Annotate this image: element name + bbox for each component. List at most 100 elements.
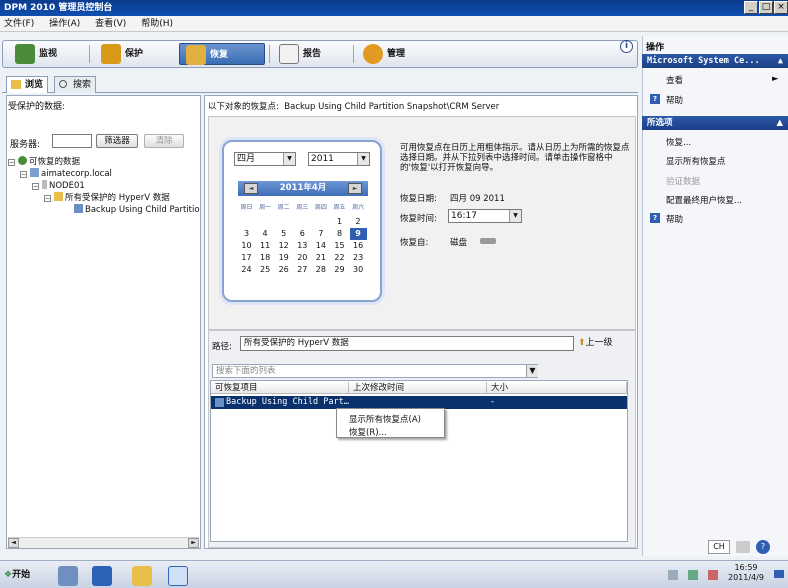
- show-desktop-icon[interactable]: [774, 570, 784, 578]
- search-options-icon[interactable]: ▼: [526, 365, 538, 377]
- menu-file[interactable]: 文件(F): [4, 19, 34, 29]
- dpm-console-icon[interactable]: [168, 566, 188, 586]
- calendar-day[interactable]: 22: [331, 252, 348, 264]
- network-icon[interactable]: [688, 570, 698, 580]
- calendar-day[interactable]: 2: [350, 216, 367, 228]
- year-select[interactable]: 2011 ▼: [308, 152, 370, 166]
- info-icon[interactable]: i: [620, 40, 633, 53]
- up-button[interactable]: ⬆上一级: [578, 337, 613, 351]
- calendar-day[interactable]: 14: [312, 240, 329, 252]
- actions-group-header[interactable]: Microsoft System Ce... ▲: [642, 54, 788, 68]
- minimize-button[interactable]: _: [744, 1, 758, 14]
- server-input[interactable]: [52, 134, 92, 148]
- calendar-day[interactable]: 28: [312, 264, 329, 276]
- action-show-all-points[interactable]: 显示所有恢复点: [666, 155, 726, 167]
- calendar-day[interactable]: 19: [275, 252, 292, 264]
- month-select[interactable]: 四月 ▼: [234, 152, 296, 166]
- scroll-left-icon[interactable]: ◄: [8, 538, 19, 548]
- clear-button[interactable]: 清除: [144, 134, 184, 148]
- scroll-right-icon[interactable]: ►: [188, 538, 199, 548]
- recovery-date-label: 恢复日期:: [400, 194, 437, 204]
- explorer-icon[interactable]: [132, 566, 152, 586]
- recover-from-value: 磁盘: [450, 238, 468, 248]
- calendar-day[interactable]: 27: [294, 264, 311, 276]
- menu-view[interactable]: 查看(V): [95, 19, 126, 29]
- column-header-modified[interactable]: 上次修改时间: [349, 382, 487, 394]
- keyboard-icon[interactable]: [736, 541, 750, 553]
- help-icon[interactable]: ?: [756, 540, 770, 554]
- calendar-day[interactable]: 3: [238, 228, 255, 240]
- action-help-2[interactable]: 帮助: [666, 213, 683, 225]
- tree-node-domain[interactable]: − aimatecorp.local: [20, 168, 112, 180]
- action-help[interactable]: 帮助: [666, 94, 683, 106]
- tab-browse[interactable]: 浏览: [6, 76, 49, 93]
- search-list-input[interactable]: 搜索下面的列表: [212, 364, 538, 378]
- tree-node-hyperv[interactable]: − 所有受保护的 HyperV 数据: [44, 192, 170, 204]
- calendar-day[interactable]: 13: [294, 240, 311, 252]
- calendar-day[interactable]: 6: [294, 228, 311, 240]
- calendar-day[interactable]: 12: [275, 240, 292, 252]
- volume-icon[interactable]: [708, 570, 718, 580]
- calendar-day[interactable]: 15: [331, 240, 348, 252]
- tree-node-server[interactable]: − NODE01: [32, 180, 85, 192]
- prev-month-icon[interactable]: ◄: [244, 183, 258, 194]
- calendar-day[interactable]: 10: [238, 240, 255, 252]
- tab-reporting[interactable]: 报告: [273, 43, 321, 65]
- tree-node-recoverable[interactable]: − 可恢复的数据: [8, 156, 80, 168]
- calendar-day[interactable]: 29: [331, 264, 348, 276]
- action-configure-end-user-recovery[interactable]: 配置最终用户恢复...: [666, 194, 742, 206]
- tab-recovery[interactable]: 恢复: [179, 43, 265, 65]
- calendar-day[interactable]: 4: [257, 228, 274, 240]
- column-header-size[interactable]: 大小: [487, 382, 627, 394]
- calendar-day[interactable]: 5: [275, 228, 292, 240]
- maximize-button[interactable]: □: [759, 1, 773, 14]
- chevron-down-icon: ▼: [283, 153, 295, 165]
- clock[interactable]: 16:59 2011/4/9: [728, 563, 764, 583]
- calendar-day[interactable]: 17: [238, 252, 255, 264]
- calendar-day[interactable]: 18: [257, 252, 274, 264]
- language-indicator[interactable]: CH: [708, 540, 730, 554]
- calendar-day[interactable]: 26: [275, 264, 292, 276]
- path-field[interactable]: 所有受保护的 HyperV 数据: [240, 336, 574, 351]
- server-manager-icon[interactable]: [58, 566, 78, 586]
- recovery-date-value: 四月 09 2011: [450, 194, 505, 204]
- calendar-day[interactable]: 1: [331, 216, 348, 228]
- calendar-day[interactable]: 11: [257, 240, 274, 252]
- filter-button[interactable]: 筛选器: [96, 134, 138, 148]
- vm-icon: [74, 204, 83, 213]
- close-button[interactable]: ×: [774, 1, 788, 14]
- calendar-day[interactable]: 8: [331, 228, 348, 240]
- options-group-header[interactable]: 所选项 ▲: [642, 116, 788, 130]
- action-recover[interactable]: 恢复...: [666, 136, 691, 148]
- tab-search[interactable]: 搜索: [54, 76, 97, 93]
- start-button[interactable]: ❖开始: [4, 566, 30, 584]
- next-month-icon[interactable]: ►: [348, 183, 362, 194]
- weekday-label: 周三: [296, 204, 309, 211]
- context-menu-recover[interactable]: 恢复(R)...: [349, 426, 387, 438]
- calendar-day[interactable]: 25: [257, 264, 274, 276]
- action-verify-data[interactable]: 验证数据: [666, 175, 700, 187]
- column-header-item[interactable]: 可恢复项目: [211, 382, 349, 394]
- calendar-day[interactable]: 20: [294, 252, 311, 264]
- recovery-time-select[interactable]: 16:17 ▼: [448, 209, 522, 223]
- calendar-day[interactable]: 30: [350, 264, 367, 276]
- calendar-day[interactable]: 21: [312, 252, 329, 264]
- context-menu-show-all[interactable]: 显示所有恢复点(A): [349, 413, 421, 425]
- horizontal-scrollbar[interactable]: ◄ ►: [8, 537, 199, 548]
- calendar-day[interactable]: 9: [349, 228, 367, 240]
- calendar-day[interactable]: 16: [350, 240, 367, 252]
- flag-icon[interactable]: [668, 570, 678, 580]
- tree-node-backup[interactable]: Backup Using Child Partitio: [74, 204, 200, 216]
- tab-monitoring[interactable]: 监视: [9, 43, 57, 65]
- menu-action[interactable]: 操作(A): [49, 19, 80, 29]
- powershell-icon[interactable]: [92, 566, 112, 586]
- tab-management[interactable]: 管理: [357, 43, 405, 65]
- report-icon: [279, 44, 299, 64]
- calendar-day[interactable]: 7: [312, 228, 329, 240]
- menu-help[interactable]: 帮助(H): [141, 19, 173, 29]
- calendar-day[interactable]: 23: [350, 252, 367, 264]
- action-view[interactable]: 查看 ►: [666, 74, 779, 86]
- windows-logo-icon: ❖: [4, 570, 13, 580]
- tab-protection[interactable]: 保护: [95, 43, 143, 65]
- calendar-day[interactable]: 24: [238, 264, 255, 276]
